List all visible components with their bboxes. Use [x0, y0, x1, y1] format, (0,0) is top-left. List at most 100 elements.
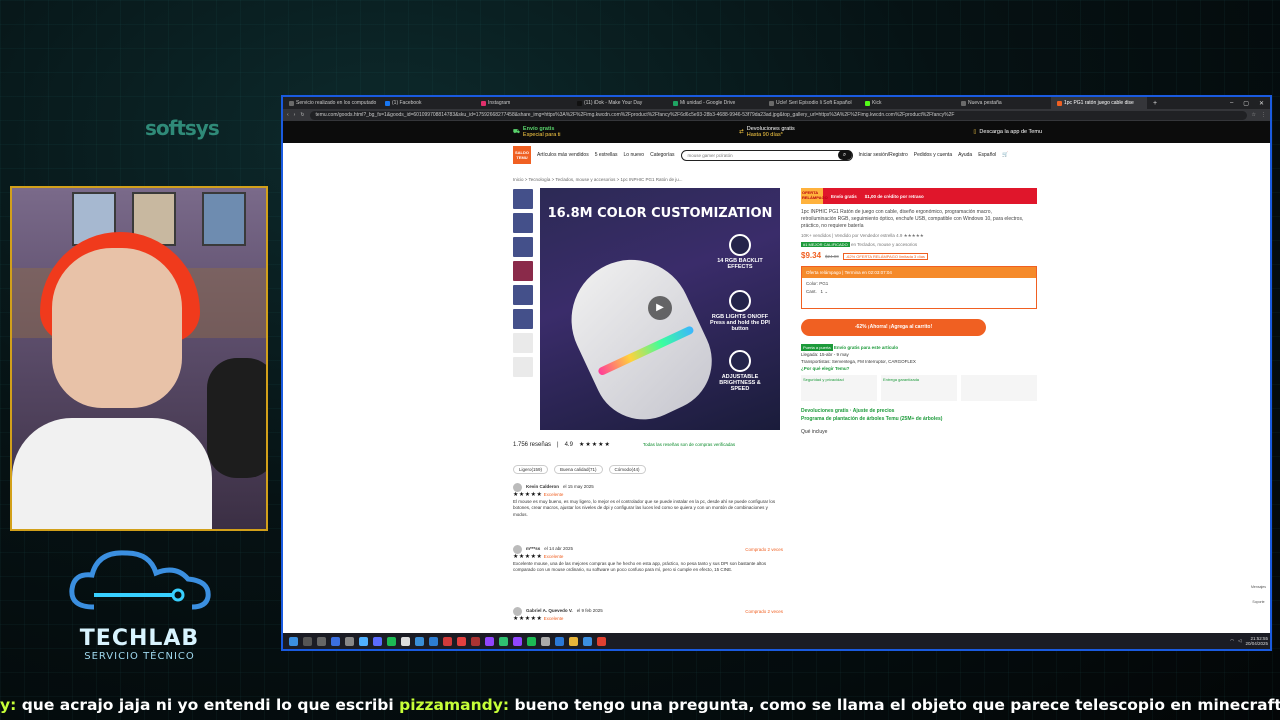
- help-link[interactable]: Ayuda: [958, 152, 972, 158]
- app-icon[interactable]: [429, 636, 438, 646]
- nav-five-stars[interactable]: 5 estrellas: [595, 152, 618, 158]
- tree-program-link[interactable]: Programa de plantación de árboles Temu (…: [801, 415, 1037, 423]
- original-price: $24.90: [825, 254, 839, 259]
- wifi-icon[interactable]: ◠: [1230, 638, 1234, 644]
- reload-icon[interactable]: ↻: [300, 112, 304, 118]
- app-icon[interactable]: [415, 636, 424, 646]
- temu-logo[interactable]: SALDO TEMU: [513, 146, 531, 164]
- discord-icon[interactable]: [373, 636, 382, 646]
- search-input[interactable]: mouse gamer pc/ratón ⌕: [680, 149, 853, 161]
- instagram-icon: [481, 100, 486, 106]
- spotify-icon[interactable]: [527, 636, 536, 646]
- clock[interactable]: 21:52:55 20/04/2025: [1245, 636, 1268, 646]
- streamer-face: [52, 248, 182, 408]
- browser-tab-active[interactable]: 1pc PG1 ratón juego cable dise: [1051, 97, 1147, 109]
- product-thumbnail[interactable]: [513, 285, 533, 305]
- forward-icon[interactable]: ›: [294, 112, 296, 118]
- delivery-card: Entrega garantizada: [881, 375, 957, 401]
- file-explorer-icon[interactable]: [569, 636, 578, 646]
- avatar: [513, 607, 522, 616]
- review-count[interactable]: 1.756 reseñas: [513, 442, 551, 448]
- browser-tab[interactable]: Kick: [859, 97, 955, 109]
- free-returns-link[interactable]: Devoluciones gratis · Ajuste de precios: [801, 407, 1037, 415]
- guarantee-grid: Seguridad y privacidad Entrega garantiza…: [801, 375, 1037, 401]
- product-thumbnail[interactable]: [513, 189, 533, 209]
- app-icon[interactable]: [471, 636, 480, 646]
- messages-link[interactable]: Mensajes: [1251, 585, 1266, 590]
- app-icon[interactable]: [541, 636, 550, 646]
- app-icon[interactable]: [555, 636, 564, 646]
- image-headline: 16.8M COLOR CUSTOMIZATION: [547, 206, 773, 221]
- banner-free-returns[interactable]: ⇄ Devoluciones gratis Hasta 90 días*: [739, 126, 795, 138]
- chrome-icon[interactable]: [387, 636, 396, 646]
- search-icon[interactable]: ⌕: [837, 150, 852, 160]
- orders-link[interactable]: Pedidos y cuenta: [914, 152, 952, 158]
- temu-icon: [1057, 100, 1062, 106]
- close-icon[interactable]: ✕: [1259, 100, 1264, 107]
- color-option[interactable]: Color: PG1: [802, 278, 1036, 286]
- breadcrumb[interactable]: Inicio > Tecnología > Teclados, mouse y …: [513, 177, 683, 182]
- techlab-logo: TECHLAB SERVICIO TÉCNICO: [62, 545, 217, 675]
- support-link[interactable]: Soporte: [1251, 600, 1266, 605]
- browser-tab[interactable]: Mi unidad - Google Drive: [667, 97, 763, 109]
- product-thumbnail[interactable]: [513, 357, 533, 377]
- browser-tab[interactable]: Nueva pestaña: [955, 97, 1051, 109]
- twitch-icon[interactable]: [513, 636, 522, 646]
- account-link[interactable]: Iniciar sesión/Registro: [859, 152, 908, 158]
- quantity-select[interactable]: 1: [821, 289, 824, 294]
- browser-tab[interactable]: Ucle! Seri Episodio li Soft Español: [763, 97, 859, 109]
- minimize-icon[interactable]: –: [1230, 100, 1233, 107]
- browser-tab[interactable]: Instagram: [475, 97, 571, 109]
- bookmark-icon[interactable]: ☆: [1252, 112, 1256, 118]
- start-icon[interactable]: [289, 636, 298, 646]
- volume-icon[interactable]: ◁: [1238, 638, 1241, 644]
- chevron-down-icon[interactable]: ⌄: [824, 289, 828, 294]
- system-tray: ◠ ◁ 21:52:55 20/04/2025: [1230, 636, 1270, 646]
- play-video-icon[interactable]: ▶: [648, 296, 672, 320]
- nav-categories[interactable]: Categorías: [650, 152, 674, 158]
- app-icon[interactable]: [597, 636, 606, 646]
- app-icon[interactable]: [457, 636, 466, 646]
- chip-comfort[interactable]: Cómodo(44): [608, 465, 646, 474]
- product-thumbnail[interactable]: [513, 261, 533, 281]
- browser-tab[interactable]: (11) iDok - Make Your Day: [571, 97, 667, 109]
- maximize-icon[interactable]: ▢: [1243, 100, 1249, 107]
- back-icon[interactable]: ‹: [287, 112, 289, 118]
- product-thumbnail[interactable]: [513, 237, 533, 257]
- banner-free-shipping[interactable]: ⛟ Envío gratis Especial para ti: [513, 126, 561, 138]
- banner-download-app[interactable]: ▯ Descarga la app de Temu: [973, 129, 1042, 135]
- product-thumbnail[interactable]: [513, 309, 533, 329]
- browser-tab[interactable]: (1) Facebook: [379, 97, 475, 109]
- chat-message: que acrajo jaja ni yo entendi lo que esc…: [16, 696, 400, 714]
- browser-tab[interactable]: Servicio realizado en los computado: [283, 97, 379, 109]
- nav-new[interactable]: Lo nuevo: [624, 152, 645, 158]
- softsys-watermark: softsys: [145, 116, 220, 140]
- nav-best-sellers[interactable]: Artículos más vendidos: [537, 152, 589, 158]
- url-input[interactable]: temu.com/goods.html?_bg_fs=1&goods_id=60…: [309, 110, 1247, 120]
- settings-icon[interactable]: [345, 636, 354, 646]
- app-icon[interactable]: [443, 636, 452, 646]
- cart-icon[interactable]: 🛒: [1002, 152, 1008, 158]
- whatsapp-icon[interactable]: [499, 636, 508, 646]
- new-tab-icon[interactable]: +: [1147, 100, 1157, 107]
- app-icon[interactable]: [401, 636, 410, 646]
- chip-quality[interactable]: Buena calidad(71): [554, 465, 603, 474]
- task-view-icon[interactable]: [317, 636, 326, 646]
- app-icon[interactable]: [485, 636, 494, 646]
- product-thumbnail[interactable]: [513, 333, 533, 353]
- product-main-image[interactable]: 16.8M COLOR CUSTOMIZATION 14 RGB BACKLIT…: [540, 188, 780, 430]
- app-icon[interactable]: [359, 636, 368, 646]
- app-icon[interactable]: [583, 636, 592, 646]
- search-icon[interactable]: [303, 636, 312, 646]
- app-icon[interactable]: [331, 636, 340, 646]
- extensions-icon[interactable]: ⋮: [1261, 112, 1266, 118]
- whats-included-link[interactable]: Qué incluye: [801, 429, 1037, 435]
- language-select[interactable]: Español: [978, 152, 996, 158]
- policy-links: Devoluciones gratis · Ajuste de precios …: [801, 407, 1037, 423]
- review-item: m***ss el 14 abr 2025 Comprado 2 veces ★★…: [513, 545, 783, 572]
- product-thumbnail[interactable]: [513, 213, 533, 233]
- why-temu-link[interactable]: ¿Por qué elegir Temu?: [801, 365, 1037, 372]
- chip-light[interactable]: Ligero(159): [513, 465, 549, 474]
- discount-badge: -62% OFERTA RELÁMPAGO limitada 3 días: [842, 253, 928, 260]
- add-to-cart-button[interactable]: -62% ¡Ahorra! ¡Agrega al carrito!: [801, 319, 986, 336]
